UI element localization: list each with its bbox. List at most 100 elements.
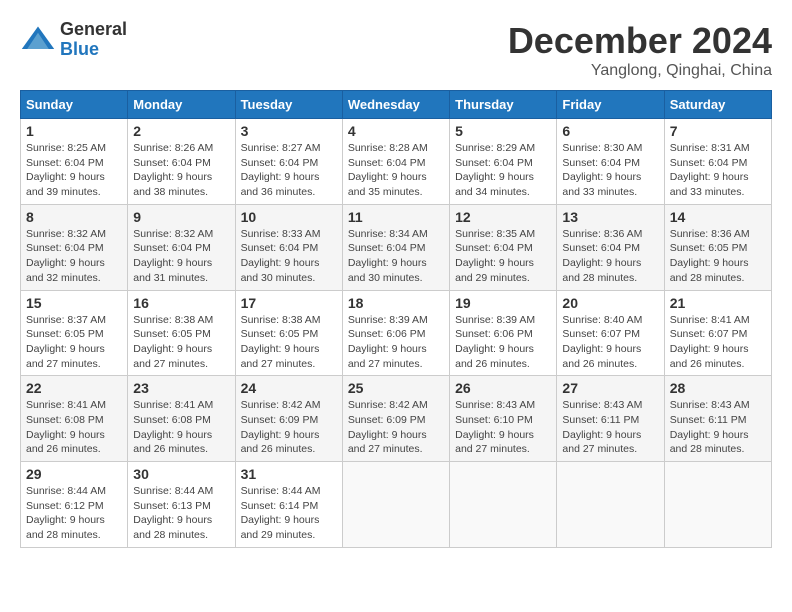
day-number: 31 [241, 466, 337, 482]
day-info: Sunrise: 8:44 AMSunset: 6:12 PMDaylight:… [26, 484, 122, 543]
calendar-cell [450, 462, 557, 548]
day-number: 18 [348, 295, 444, 311]
day-number: 14 [670, 209, 766, 225]
calendar-cell: 15Sunrise: 8:37 AMSunset: 6:05 PMDayligh… [21, 290, 128, 376]
day-number: 27 [562, 380, 658, 396]
day-info: Sunrise: 8:44 AMSunset: 6:13 PMDaylight:… [133, 484, 229, 543]
weekday-header-thursday: Thursday [450, 91, 557, 119]
day-info: Sunrise: 8:41 AMSunset: 6:08 PMDaylight:… [26, 398, 122, 457]
calendar-cell: 16Sunrise: 8:38 AMSunset: 6:05 PMDayligh… [128, 290, 235, 376]
day-info: Sunrise: 8:39 AMSunset: 6:06 PMDaylight:… [348, 313, 444, 372]
day-number: 23 [133, 380, 229, 396]
calendar-week-1: 1 Sunrise: 8:25 AMSunset: 6:04 PMDaylight… [21, 119, 772, 205]
day-info: Sunrise: 8:43 AMSunset: 6:11 PMDaylight:… [562, 398, 658, 457]
day-info: Sunrise: 8:36 AMSunset: 6:05 PMDaylight:… [670, 227, 766, 286]
calendar-cell: 13 Sunrise: 8:36 AMSunset: 6:04 PMDayligh… [557, 204, 664, 290]
day-number: 28 [670, 380, 766, 396]
title-block: December 2024 Yanglong, Qinghai, China [508, 20, 772, 80]
day-number: 30 [133, 466, 229, 482]
calendar-cell: 22Sunrise: 8:41 AMSunset: 6:08 PMDayligh… [21, 376, 128, 462]
calendar-week-4: 22Sunrise: 8:41 AMSunset: 6:08 PMDayligh… [21, 376, 772, 462]
day-info: Sunrise: 8:34 AMSunset: 6:04 PMDaylight:… [348, 227, 444, 286]
day-info: Sunrise: 8:31 AMSunset: 6:04 PMDaylight:… [670, 141, 766, 200]
weekday-header-wednesday: Wednesday [342, 91, 449, 119]
calendar-cell: 2Sunrise: 8:26 AMSunset: 6:04 PMDaylight… [128, 119, 235, 205]
calendar-cell: 27 Sunrise: 8:43 AMSunset: 6:11 PMDayligh… [557, 376, 664, 462]
location-title: Yanglong, Qinghai, China [508, 62, 772, 80]
weekday-header-row: SundayMondayTuesdayWednesdayThursdayFrid… [21, 91, 772, 119]
day-info: Sunrise: 8:39 AMSunset: 6:06 PMDaylight:… [455, 313, 551, 372]
calendar-cell: 29 Sunrise: 8:44 AMSunset: 6:12 PMDayligh… [21, 462, 128, 548]
day-info: Sunrise: 8:40 AMSunset: 6:07 PMDaylight:… [562, 313, 658, 372]
day-info: Sunrise: 8:37 AMSunset: 6:05 PMDaylight:… [26, 313, 122, 372]
logo: General Blue [20, 20, 127, 60]
day-info: Sunrise: 8:30 AMSunset: 6:04 PMDaylight:… [562, 141, 658, 200]
calendar-cell: 24 Sunrise: 8:42 AMSunset: 6:09 PMDayligh… [235, 376, 342, 462]
calendar-cell: 26 Sunrise: 8:43 AMSunset: 6:10 PMDayligh… [450, 376, 557, 462]
day-info: Sunrise: 8:43 AMSunset: 6:11 PMDaylight:… [670, 398, 766, 457]
calendar-table: SundayMondayTuesdayWednesdayThursdayFrid… [20, 90, 772, 548]
calendar-cell: 28 Sunrise: 8:43 AMSunset: 6:11 PMDayligh… [664, 376, 771, 462]
day-number: 20 [562, 295, 658, 311]
day-number: 7 [670, 123, 766, 139]
calendar-cell: 18 Sunrise: 8:39 AMSunset: 6:06 PMDayligh… [342, 290, 449, 376]
calendar-cell: 20 Sunrise: 8:40 AMSunset: 6:07 PMDayligh… [557, 290, 664, 376]
calendar-cell: 12Sunrise: 8:35 AMSunset: 6:04 PMDayligh… [450, 204, 557, 290]
day-info: Sunrise: 8:43 AMSunset: 6:10 PMDaylight:… [455, 398, 551, 457]
day-number: 29 [26, 466, 122, 482]
day-number: 13 [562, 209, 658, 225]
day-number: 21 [670, 295, 766, 311]
day-number: 26 [455, 380, 551, 396]
day-info: Sunrise: 8:32 AMSunset: 6:04 PMDaylight:… [133, 227, 229, 286]
day-info: Sunrise: 8:25 AMSunset: 6:04 PMDaylight:… [26, 141, 122, 200]
day-info: Sunrise: 8:28 AMSunset: 6:04 PMDaylight:… [348, 141, 444, 200]
day-number: 1 [26, 123, 122, 139]
day-number: 9 [133, 209, 229, 225]
day-info: Sunrise: 8:36 AMSunset: 6:04 PMDaylight:… [562, 227, 658, 286]
calendar-cell: 6Sunrise: 8:30 AMSunset: 6:04 PMDaylight… [557, 119, 664, 205]
day-info: Sunrise: 8:33 AMSunset: 6:04 PMDaylight:… [241, 227, 337, 286]
day-number: 8 [26, 209, 122, 225]
day-number: 5 [455, 123, 551, 139]
weekday-header-friday: Friday [557, 91, 664, 119]
day-number: 11 [348, 209, 444, 225]
day-info: Sunrise: 8:35 AMSunset: 6:04 PMDaylight:… [455, 227, 551, 286]
day-info: Sunrise: 8:41 AMSunset: 6:08 PMDaylight:… [133, 398, 229, 457]
calendar-cell: 11 Sunrise: 8:34 AMSunset: 6:04 PMDayligh… [342, 204, 449, 290]
weekday-header-tuesday: Tuesday [235, 91, 342, 119]
calendar-cell: 3 Sunrise: 8:27 AMSunset: 6:04 PMDaylight… [235, 119, 342, 205]
calendar-cell: 19 Sunrise: 8:39 AMSunset: 6:06 PMDayligh… [450, 290, 557, 376]
day-number: 16 [133, 295, 229, 311]
day-number: 25 [348, 380, 444, 396]
day-number: 2 [133, 123, 229, 139]
day-number: 3 [241, 123, 337, 139]
calendar-cell [342, 462, 449, 548]
logo-blue-text: Blue [60, 40, 127, 60]
day-info: Sunrise: 8:41 AMSunset: 6:07 PMDaylight:… [670, 313, 766, 372]
calendar-cell: 1 Sunrise: 8:25 AMSunset: 6:04 PMDaylight… [21, 119, 128, 205]
calendar-cell: 8 Sunrise: 8:32 AMSunset: 6:04 PMDaylight… [21, 204, 128, 290]
day-number: 17 [241, 295, 337, 311]
day-number: 10 [241, 209, 337, 225]
day-info: Sunrise: 8:42 AMSunset: 6:09 PMDaylight:… [241, 398, 337, 457]
day-number: 24 [241, 380, 337, 396]
calendar-cell: 10 Sunrise: 8:33 AMSunset: 6:04 PMDayligh… [235, 204, 342, 290]
calendar-cell: 31 Sunrise: 8:44 AMSunset: 6:14 PMDayligh… [235, 462, 342, 548]
calendar-cell: 14 Sunrise: 8:36 AMSunset: 6:05 PMDayligh… [664, 204, 771, 290]
calendar-week-5: 29 Sunrise: 8:44 AMSunset: 6:12 PMDayligh… [21, 462, 772, 548]
calendar-cell: 9 Sunrise: 8:32 AMSunset: 6:04 PMDaylight… [128, 204, 235, 290]
day-info: Sunrise: 8:32 AMSunset: 6:04 PMDaylight:… [26, 227, 122, 286]
day-info: Sunrise: 8:42 AMSunset: 6:09 PMDaylight:… [348, 398, 444, 457]
month-title: December 2024 [508, 20, 772, 62]
weekday-header-monday: Monday [128, 91, 235, 119]
day-info: Sunrise: 8:44 AMSunset: 6:14 PMDaylight:… [241, 484, 337, 543]
calendar-cell: 4 Sunrise: 8:28 AMSunset: 6:04 PMDaylight… [342, 119, 449, 205]
day-number: 19 [455, 295, 551, 311]
logo-icon [20, 22, 56, 58]
day-info: Sunrise: 8:27 AMSunset: 6:04 PMDaylight:… [241, 141, 337, 200]
calendar-week-2: 8 Sunrise: 8:32 AMSunset: 6:04 PMDaylight… [21, 204, 772, 290]
day-number: 4 [348, 123, 444, 139]
logo-general-text: General [60, 20, 127, 40]
day-info: Sunrise: 8:29 AMSunset: 6:04 PMDaylight:… [455, 141, 551, 200]
calendar-cell [557, 462, 664, 548]
